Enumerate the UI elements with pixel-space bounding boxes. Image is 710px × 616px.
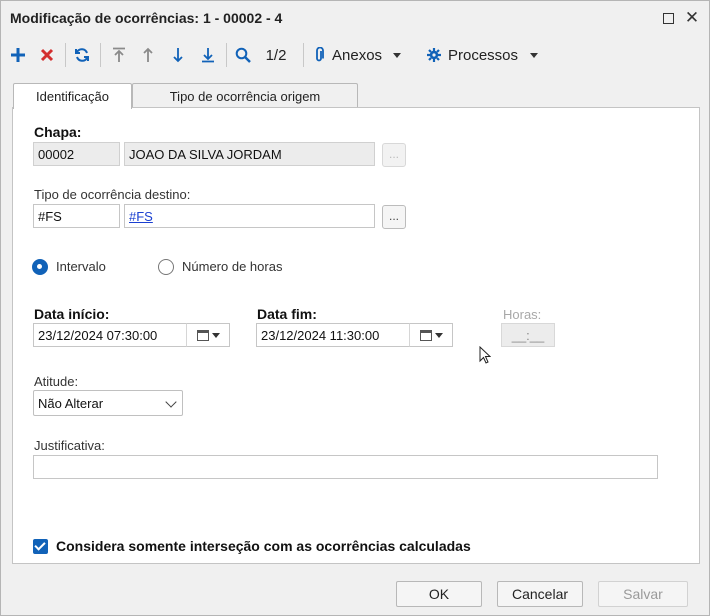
arrow-down-icon [173, 48, 183, 63]
calendar-icon [419, 329, 432, 341]
last-record-button[interactable] [197, 41, 219, 69]
tab-tipo-ocorrencia-origem[interactable]: Tipo de ocorrência origem [132, 83, 358, 108]
cancel-button[interactable]: Cancelar [497, 581, 583, 607]
chevron-down-icon [165, 396, 177, 408]
attachments-label: Anexos [332, 46, 383, 64]
gear-icon [427, 48, 441, 62]
radio-numero-horas-label: Número de horas [182, 259, 283, 274]
justificativa-label: Justificativa: [34, 438, 105, 453]
toolbar-separator [226, 43, 227, 67]
processes-label: Processos [448, 46, 519, 64]
previous-record-button[interactable] [137, 41, 159, 69]
maximize-icon[interactable] [660, 10, 676, 26]
tipo-destino-link[interactable]: #FS [124, 204, 375, 228]
toolbar-separator [100, 43, 101, 67]
search-icon [235, 47, 251, 63]
toolbar-separator [303, 43, 304, 67]
dialog-window: Modificação de ocorrências: 1 - 00002 - … [0, 0, 710, 616]
toolbar-separator [65, 43, 66, 67]
intersecao-checkbox-label: Considera somente interseção com as ocor… [56, 538, 471, 554]
data-fim-calendar-button[interactable] [409, 323, 453, 347]
close-icon[interactable]: ✕ [684, 9, 700, 26]
delete-button[interactable] [36, 41, 58, 69]
calendar-icon [196, 329, 209, 341]
data-inicio-calendar-button[interactable] [186, 323, 230, 347]
chapa-name-field: JOAO DA SILVA JORDAM [124, 142, 375, 166]
chevron-down-icon [211, 332, 220, 338]
radio-intervalo[interactable] [32, 259, 48, 275]
chapa-lookup-button[interactable]: ... [382, 143, 406, 167]
intersecao-checkbox[interactable] [33, 539, 48, 554]
atitude-select[interactable]: Não Alterar [33, 390, 183, 416]
first-record-button[interactable] [108, 41, 130, 69]
mouse-cursor-icon [479, 346, 491, 364]
chevron-down-icon [434, 332, 443, 338]
record-position: 1/2 [259, 41, 293, 69]
data-inicio-input[interactable]: 23/12/2024 07:30:00 [33, 323, 187, 347]
refresh-button[interactable] [71, 41, 93, 69]
plus-icon [11, 48, 25, 62]
chevron-down-icon [393, 52, 402, 58]
justificativa-input[interactable] [33, 455, 658, 479]
horas-input: __:__ [501, 323, 555, 347]
radio-intervalo-label: Intervalo [56, 259, 106, 274]
data-fim-label: Data fim: [257, 306, 317, 322]
add-button[interactable] [7, 41, 29, 69]
chevron-down-icon [530, 52, 539, 58]
data-fim-input[interactable]: 23/12/2024 11:30:00 [256, 323, 410, 347]
tab-label: Identificação [36, 89, 109, 104]
horas-label: Horas: [503, 307, 542, 322]
atitude-label: Atitude: [34, 374, 79, 389]
refresh-icon [75, 48, 89, 62]
search-button[interactable] [232, 41, 254, 69]
window-title: Modificação de ocorrências: 1 - 00002 - … [10, 10, 283, 26]
paperclip-icon [316, 47, 324, 62]
tab-label: Tipo de ocorrência origem [169, 88, 321, 104]
processes-menu-button[interactable]: Processos [426, 41, 550, 69]
arrow-up-icon [143, 47, 153, 62]
next-record-button[interactable] [167, 41, 189, 69]
attachments-menu-button[interactable]: Anexos [313, 41, 415, 69]
save-button[interactable]: Salvar [598, 581, 688, 607]
title-bar: Modificação de ocorrências: 1 - 00002 - … [1, 1, 709, 37]
data-inicio-label: Data início: [34, 306, 110, 322]
atitude-selected-value: Não Alterar [38, 395, 104, 411]
tipo-destino-label: Tipo de ocorrência destino: [34, 187, 191, 202]
arrow-first-icon [113, 47, 125, 62]
chapa-code-field: 00002 [33, 142, 120, 166]
arrow-last-icon [202, 48, 214, 63]
tipo-destino-code-input[interactable]: #FS [33, 204, 120, 228]
tipo-destino-lookup-button[interactable]: ... [382, 205, 406, 229]
ok-button[interactable]: OK [396, 581, 482, 607]
chapa-label: Chapa: [34, 124, 82, 140]
tab-identificacao[interactable]: Identificação [13, 83, 132, 109]
delete-x-icon [40, 48, 54, 62]
toolbar: 1/2 Anexos Processos [1, 37, 709, 73]
radio-numero-horas[interactable] [158, 259, 174, 275]
record-position-label: 1/2 [265, 46, 287, 64]
